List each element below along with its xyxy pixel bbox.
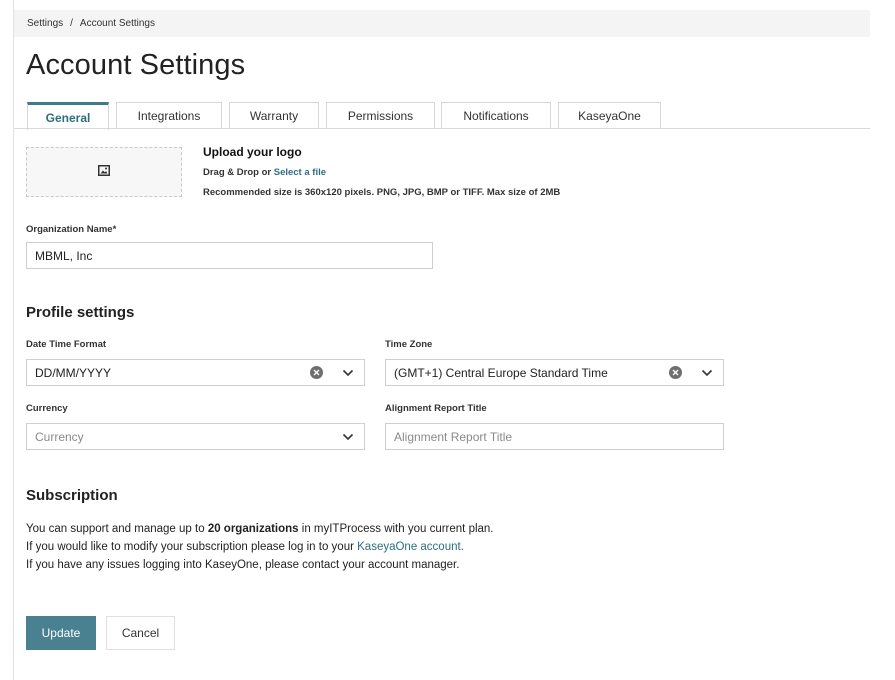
tab-label: Permissions	[347, 109, 414, 123]
kaseyaone-account-link[interactable]: KaseyaOne account.	[357, 541, 464, 553]
breadcrumb: Settings / Account Settings	[14, 10, 870, 37]
date-time-format-select[interactable]: DD/MM/YYYY	[26, 359, 365, 386]
date-time-format-label: Date Time Format	[26, 339, 107, 350]
upload-drag-text: Drag & Drop or Select a file	[203, 167, 326, 178]
select-file-link[interactable]: Select a file	[274, 167, 326, 178]
update-button[interactable]: Update	[26, 616, 96, 650]
tab-label: Warranty	[249, 109, 299, 123]
chevron-down-icon[interactable]	[337, 369, 359, 377]
tab-label: Integrations	[137, 109, 201, 123]
tab-label: KaseyaOne	[578, 109, 641, 123]
subscription-line-2: If you would like to modify your subscri…	[26, 541, 464, 553]
currency-select[interactable]: Currency	[26, 423, 365, 450]
organization-name-input[interactable]	[26, 242, 433, 269]
chevron-down-icon[interactable]	[337, 433, 359, 441]
subscription-title: Subscription	[26, 487, 118, 504]
clear-icon[interactable]	[310, 366, 323, 379]
tab-warranty[interactable]: Warranty	[229, 102, 319, 129]
organization-name-label: Organization Name*	[26, 224, 117, 235]
clear-icon[interactable]	[669, 366, 682, 379]
subscription-text: in myITProcess with you current plan.	[301, 523, 494, 535]
subscription-text: You can support and manage up to	[26, 523, 205, 535]
subscription-line-3: If you have any issues logging into Kase…	[26, 559, 460, 571]
tabs-divider	[14, 128, 870, 129]
page-title: Account Settings	[26, 49, 246, 81]
currency-label: Currency	[26, 403, 68, 414]
tab-label: General	[45, 110, 91, 125]
upload-logo-title: Upload your logo	[203, 145, 302, 159]
organization-limit: 20 organizations	[207, 523, 299, 535]
chevron-down-icon[interactable]	[696, 369, 718, 377]
currency-placeholder: Currency	[35, 429, 84, 444]
left-border	[13, 0, 14, 680]
breadcrumb-item-settings[interactable]: Settings	[27, 18, 63, 29]
alignment-report-title-label: Alignment Report Title	[385, 403, 487, 414]
time-zone-value: (GMT+1) Central Europe Standard Time	[394, 365, 608, 380]
image-icon	[98, 163, 110, 181]
alignment-report-title-input[interactable]	[385, 423, 724, 450]
profile-settings-title: Profile settings	[26, 304, 135, 321]
breadcrumb-separator: /	[70, 18, 73, 29]
breadcrumb-item-account-settings: Account Settings	[79, 18, 155, 29]
tab-notifications[interactable]: Notifications	[441, 102, 551, 129]
cancel-button[interactable]: Cancel	[106, 616, 175, 650]
time-zone-select[interactable]: (GMT+1) Central Europe Standard Time	[385, 359, 724, 386]
tab-permissions[interactable]: Permissions	[326, 102, 435, 129]
time-zone-label: Time Zone	[385, 339, 433, 350]
date-time-format-value: DD/MM/YYYY	[35, 365, 112, 380]
tab-kaseyaone[interactable]: KaseyaOne	[558, 102, 661, 129]
logo-dropzone[interactable]	[26, 147, 182, 197]
tab-integrations[interactable]: Integrations	[116, 102, 222, 129]
subscription-text: If you would like to modify your subscri…	[26, 541, 354, 553]
upload-hint: Recommended size is 360x120 pixels. PNG,…	[203, 187, 561, 198]
subscription-line-1: You can support and manage up to 20 orga…	[26, 523, 494, 535]
tab-label: Notifications	[463, 109, 529, 123]
tab-general[interactable]: General	[27, 102, 109, 130]
drag-drop-label: Drag & Drop or	[203, 167, 272, 178]
